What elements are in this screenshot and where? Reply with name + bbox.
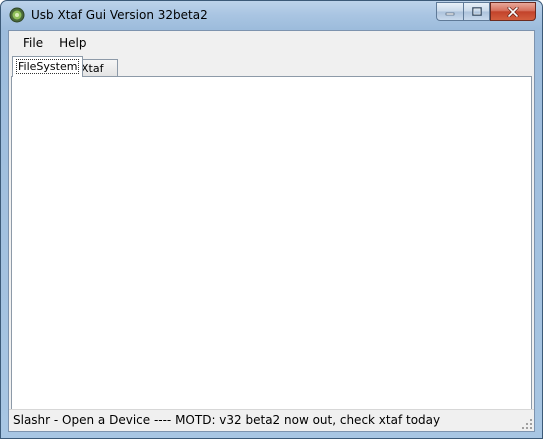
app-icon[interactable] (9, 7, 25, 23)
tab-filesystem-label: FileSystem (15, 59, 80, 74)
status-bar: Slashr - Open a Device ---- MOTD: v32 be… (9, 409, 534, 431)
status-text: Slashr - Open a Device ---- MOTD: v32 be… (13, 413, 441, 427)
client-area: File Help FileSystem Xtaf Today Slashr -… (8, 30, 535, 432)
resize-grip-icon[interactable] (521, 418, 533, 430)
close-icon (507, 6, 519, 17)
minimize-icon (445, 12, 455, 15)
maximize-icon (471, 6, 482, 16)
title-bar[interactable]: Usb Xtaf Gui Version 32beta2 (1, 1, 542, 30)
window-title: Usb Xtaf Gui Version 32beta2 (31, 8, 208, 22)
caption-buttons (436, 2, 536, 21)
app-window: Usb Xtaf Gui Version 32beta2 File Help F… (0, 0, 543, 439)
filesystem-panel (11, 76, 532, 410)
menu-help[interactable]: Help (51, 31, 94, 55)
menu-bar: File Help (9, 31, 534, 55)
close-button[interactable] (490, 2, 536, 21)
minimize-button[interactable] (436, 2, 463, 21)
maximize-button[interactable] (463, 2, 490, 21)
tab-filesystem[interactable]: FileSystem (12, 56, 84, 77)
menu-file[interactable]: File (9, 31, 51, 55)
